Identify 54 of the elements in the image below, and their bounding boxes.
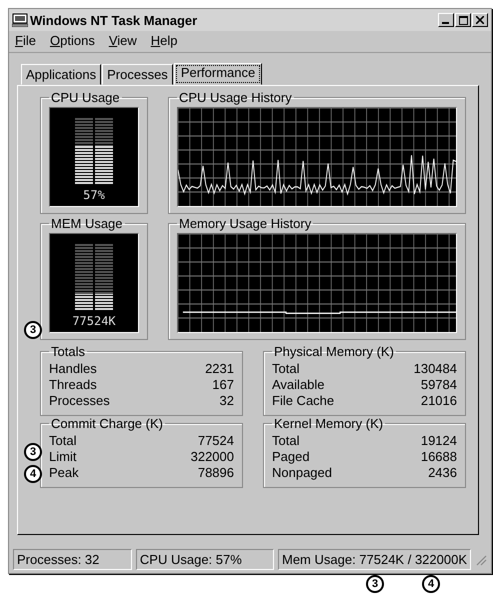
close-icon xyxy=(476,16,484,24)
status-pane: CPU Usage: 57% xyxy=(136,549,274,570)
maximize-button[interactable] xyxy=(455,13,471,27)
stat-value: 19124 xyxy=(420,433,457,449)
stat-label: File Cache xyxy=(272,393,334,409)
stat-label: Total xyxy=(272,361,300,377)
stat-value: 2436 xyxy=(428,465,457,481)
stat-label: Paged xyxy=(272,449,310,465)
stat-label: Peak xyxy=(49,465,79,481)
stat-label: Nonpaged xyxy=(272,465,332,481)
cpu-reading: 57% xyxy=(83,188,105,202)
stat-value: 77524 xyxy=(198,433,234,449)
group-title: MEM Usage xyxy=(50,216,124,231)
stat-value: 322000 xyxy=(190,449,234,465)
stat-value: 16688 xyxy=(420,449,457,465)
tab[interactable]: Applications xyxy=(21,64,102,85)
group-title: Physical Memory (K) xyxy=(273,344,395,359)
stat-label: Processes xyxy=(49,393,110,409)
stat-value: 130484 xyxy=(414,361,457,377)
status-pane: Mem Usage: 77524K / 322000K xyxy=(278,549,471,570)
memory-reading: 77524K xyxy=(72,314,116,328)
menu-item[interactable]: View xyxy=(108,33,137,48)
stat-label: Limit xyxy=(49,449,76,465)
window-title: Windows NT Task Manager xyxy=(30,12,198,28)
stat-value: 32 xyxy=(220,393,234,409)
tab[interactable]: Processes xyxy=(102,64,173,85)
menu-item[interactable]: File xyxy=(15,33,36,48)
stat-label: Total xyxy=(49,433,76,449)
stat-value: 59784 xyxy=(420,377,457,393)
stat-label: Available xyxy=(272,377,325,393)
group-title: Kernel Memory (K) xyxy=(273,416,384,431)
maximize-icon xyxy=(458,16,468,24)
stat-value: 78896 xyxy=(198,465,234,481)
stat-label: Threads xyxy=(49,377,97,393)
group-title: CPU Usage History xyxy=(178,90,293,105)
stat-label: Total xyxy=(272,433,300,449)
stat-value: 2231 xyxy=(205,361,234,377)
minimize-button[interactable] xyxy=(438,13,454,27)
status-pane: Processes: 32 xyxy=(13,549,132,570)
stat-value: 21016 xyxy=(420,393,457,409)
resize-grip-icon xyxy=(475,554,487,566)
group-title: Commit Charge (K) xyxy=(50,416,164,431)
callout-marker: 3 xyxy=(366,575,384,593)
stat-value: 167 xyxy=(212,377,234,393)
stat-label: Handles xyxy=(49,361,97,377)
group-title: Totals xyxy=(50,344,86,359)
menu-item[interactable]: Options xyxy=(50,33,95,48)
tab[interactable]: Performance xyxy=(174,63,262,85)
group-title: Memory Usage History xyxy=(178,216,312,231)
group-title: CPU Usage xyxy=(50,90,121,105)
callout-marker: 4 xyxy=(422,575,440,593)
computer-icon xyxy=(12,13,28,27)
close-button[interactable] xyxy=(472,13,488,27)
menu-item[interactable]: Help xyxy=(150,33,178,48)
